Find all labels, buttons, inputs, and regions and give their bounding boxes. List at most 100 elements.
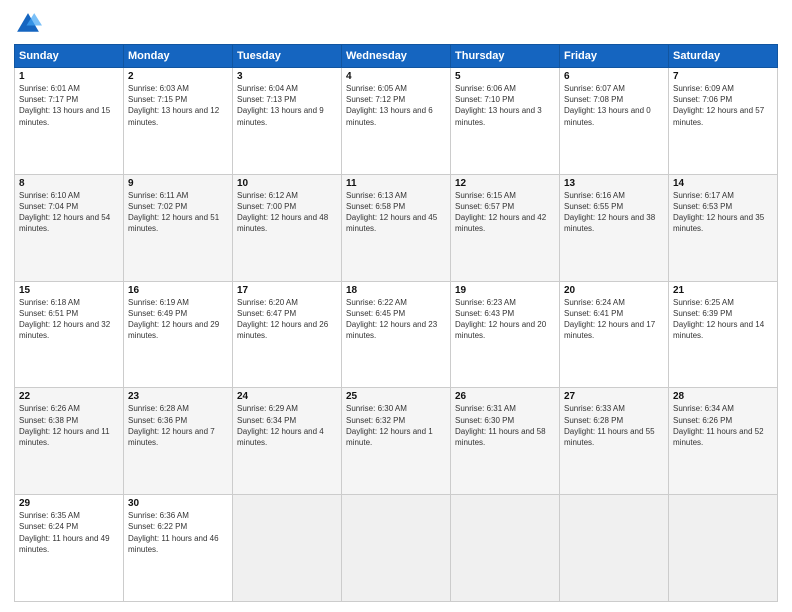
day-info: Sunrise: 6:11 AMSunset: 7:02 PMDaylight:… (128, 191, 219, 234)
logo (14, 10, 46, 38)
day-cell (451, 495, 560, 602)
day-info: Sunrise: 6:34 AMSunset: 6:26 PMDaylight:… (673, 404, 764, 447)
day-info: Sunrise: 6:31 AMSunset: 6:30 PMDaylight:… (455, 404, 546, 447)
page: SundayMondayTuesdayWednesdayThursdayFrid… (0, 0, 792, 612)
day-info: Sunrise: 6:24 AMSunset: 6:41 PMDaylight:… (564, 298, 655, 341)
logo-icon (14, 10, 42, 38)
day-info: Sunrise: 6:18 AMSunset: 6:51 PMDaylight:… (19, 298, 110, 341)
day-info: Sunrise: 6:07 AMSunset: 7:08 PMDaylight:… (564, 84, 651, 127)
day-cell: 26 Sunrise: 6:31 AMSunset: 6:30 PMDayligh… (451, 388, 560, 495)
day-cell: 23 Sunrise: 6:28 AMSunset: 6:36 PMDayligh… (124, 388, 233, 495)
day-cell: 12Sunrise: 6:15 AMSunset: 6:57 PMDayligh… (451, 174, 560, 281)
day-number: 4 (346, 71, 446, 82)
day-info: Sunrise: 6:05 AMSunset: 7:12 PMDaylight:… (346, 84, 433, 127)
day-info: Sunrise: 6:03 AMSunset: 7:15 PMDaylight:… (128, 84, 219, 127)
day-info: Sunrise: 6:10 AMSunset: 7:04 PMDaylight:… (19, 191, 110, 234)
day-info: Sunrise: 6:06 AMSunset: 7:10 PMDaylight:… (455, 84, 542, 127)
day-cell: 17 Sunrise: 6:20 AMSunset: 6:47 PMDayligh… (233, 281, 342, 388)
day-cell: 11 Sunrise: 6:13 AMSunset: 6:58 PMDayligh… (342, 174, 451, 281)
day-cell: 1 Sunrise: 6:01 AMSunset: 7:17 PMDaylight… (15, 68, 124, 175)
day-cell: 14 Sunrise: 6:17 AMSunset: 6:53 PMDayligh… (669, 174, 778, 281)
day-info: Sunrise: 6:12 AMSunset: 7:00 PMDaylight:… (237, 191, 328, 234)
day-cell (233, 495, 342, 602)
week-row-4: 22Sunrise: 6:26 AMSunset: 6:38 PMDayligh… (15, 388, 778, 495)
col-header-wednesday: Wednesday (342, 45, 451, 68)
day-info: Sunrise: 6:20 AMSunset: 6:47 PMDaylight:… (237, 298, 328, 341)
day-info: Sunrise: 6:33 AMSunset: 6:28 PMDaylight:… (564, 404, 655, 447)
day-cell: 25Sunrise: 6:30 AMSunset: 6:32 PMDayligh… (342, 388, 451, 495)
day-number: 16 (128, 285, 228, 296)
day-cell: 2 Sunrise: 6:03 AMSunset: 7:15 PMDaylight… (124, 68, 233, 175)
day-info: Sunrise: 6:19 AMSunset: 6:49 PMDaylight:… (128, 298, 219, 341)
day-number: 20 (564, 285, 664, 296)
day-number: 30 (128, 498, 228, 509)
week-row-3: 15 Sunrise: 6:18 AMSunset: 6:51 PMDayligh… (15, 281, 778, 388)
day-cell (669, 495, 778, 602)
week-row-2: 8 Sunrise: 6:10 AMSunset: 7:04 PMDaylight… (15, 174, 778, 281)
day-cell: 22Sunrise: 6:26 AMSunset: 6:38 PMDayligh… (15, 388, 124, 495)
day-cell: 10Sunrise: 6:12 AMSunset: 7:00 PMDayligh… (233, 174, 342, 281)
day-number: 11 (346, 178, 446, 189)
day-cell: 15 Sunrise: 6:18 AMSunset: 6:51 PMDayligh… (15, 281, 124, 388)
day-cell: 3Sunrise: 6:04 AMSunset: 7:13 PMDaylight… (233, 68, 342, 175)
day-number: 5 (455, 71, 555, 82)
col-header-sunday: Sunday (15, 45, 124, 68)
week-row-1: 1 Sunrise: 6:01 AMSunset: 7:17 PMDaylight… (15, 68, 778, 175)
day-number: 2 (128, 71, 228, 82)
day-number: 14 (673, 178, 773, 189)
day-cell: 30 Sunrise: 6:36 AMSunset: 6:22 PMDayligh… (124, 495, 233, 602)
day-info: Sunrise: 6:29 AMSunset: 6:34 PMDaylight:… (237, 404, 324, 447)
day-info: Sunrise: 6:01 AMSunset: 7:17 PMDaylight:… (19, 84, 110, 127)
day-number: 18 (346, 285, 446, 296)
day-number: 8 (19, 178, 119, 189)
col-header-saturday: Saturday (669, 45, 778, 68)
col-header-monday: Monday (124, 45, 233, 68)
day-info: Sunrise: 6:25 AMSunset: 6:39 PMDaylight:… (673, 298, 764, 341)
day-info: Sunrise: 6:16 AMSunset: 6:55 PMDaylight:… (564, 191, 655, 234)
day-info: Sunrise: 6:17 AMSunset: 6:53 PMDaylight:… (673, 191, 764, 234)
day-number: 1 (19, 71, 119, 82)
day-number: 15 (19, 285, 119, 296)
day-info: Sunrise: 6:35 AMSunset: 6:24 PMDaylight:… (19, 511, 110, 554)
col-header-tuesday: Tuesday (233, 45, 342, 68)
day-cell (342, 495, 451, 602)
calendar-header-row: SundayMondayTuesdayWednesdayThursdayFrid… (15, 45, 778, 68)
day-cell: 4 Sunrise: 6:05 AMSunset: 7:12 PMDaylight… (342, 68, 451, 175)
day-info: Sunrise: 6:28 AMSunset: 6:36 PMDaylight:… (128, 404, 215, 447)
day-number: 13 (564, 178, 664, 189)
day-cell: 5 Sunrise: 6:06 AMSunset: 7:10 PMDaylight… (451, 68, 560, 175)
day-info: Sunrise: 6:09 AMSunset: 7:06 PMDaylight:… (673, 84, 764, 127)
day-number: 23 (128, 391, 228, 402)
day-info: Sunrise: 6:26 AMSunset: 6:38 PMDaylight:… (19, 404, 110, 447)
day-info: Sunrise: 6:15 AMSunset: 6:57 PMDaylight:… (455, 191, 546, 234)
day-cell: 29 Sunrise: 6:35 AMSunset: 6:24 PMDayligh… (15, 495, 124, 602)
day-number: 19 (455, 285, 555, 296)
day-number: 29 (19, 498, 119, 509)
day-info: Sunrise: 6:04 AMSunset: 7:13 PMDaylight:… (237, 84, 324, 127)
day-info: Sunrise: 6:23 AMSunset: 6:43 PMDaylight:… (455, 298, 546, 341)
day-cell: 19 Sunrise: 6:23 AMSunset: 6:43 PMDayligh… (451, 281, 560, 388)
calendar: SundayMondayTuesdayWednesdayThursdayFrid… (14, 44, 778, 602)
day-cell: 21 Sunrise: 6:25 AMSunset: 6:39 PMDayligh… (669, 281, 778, 388)
day-cell: 13 Sunrise: 6:16 AMSunset: 6:55 PMDayligh… (560, 174, 669, 281)
col-header-thursday: Thursday (451, 45, 560, 68)
day-info: Sunrise: 6:36 AMSunset: 6:22 PMDaylight:… (128, 511, 219, 554)
day-cell: 27 Sunrise: 6:33 AMSunset: 6:28 PMDayligh… (560, 388, 669, 495)
day-cell: 6 Sunrise: 6:07 AMSunset: 7:08 PMDaylight… (560, 68, 669, 175)
day-number: 21 (673, 285, 773, 296)
day-number: 24 (237, 391, 337, 402)
day-info: Sunrise: 6:22 AMSunset: 6:45 PMDaylight:… (346, 298, 437, 341)
day-number: 7 (673, 71, 773, 82)
day-number: 25 (346, 391, 446, 402)
day-number: 17 (237, 285, 337, 296)
day-cell: 28 Sunrise: 6:34 AMSunset: 6:26 PMDayligh… (669, 388, 778, 495)
day-number: 28 (673, 391, 773, 402)
day-info: Sunrise: 6:13 AMSunset: 6:58 PMDaylight:… (346, 191, 437, 234)
header (14, 10, 778, 38)
day-cell: 7 Sunrise: 6:09 AMSunset: 7:06 PMDaylight… (669, 68, 778, 175)
day-number: 27 (564, 391, 664, 402)
day-number: 26 (455, 391, 555, 402)
day-number: 6 (564, 71, 664, 82)
day-cell: 24 Sunrise: 6:29 AMSunset: 6:34 PMDayligh… (233, 388, 342, 495)
day-cell: 20 Sunrise: 6:24 AMSunset: 6:41 PMDayligh… (560, 281, 669, 388)
